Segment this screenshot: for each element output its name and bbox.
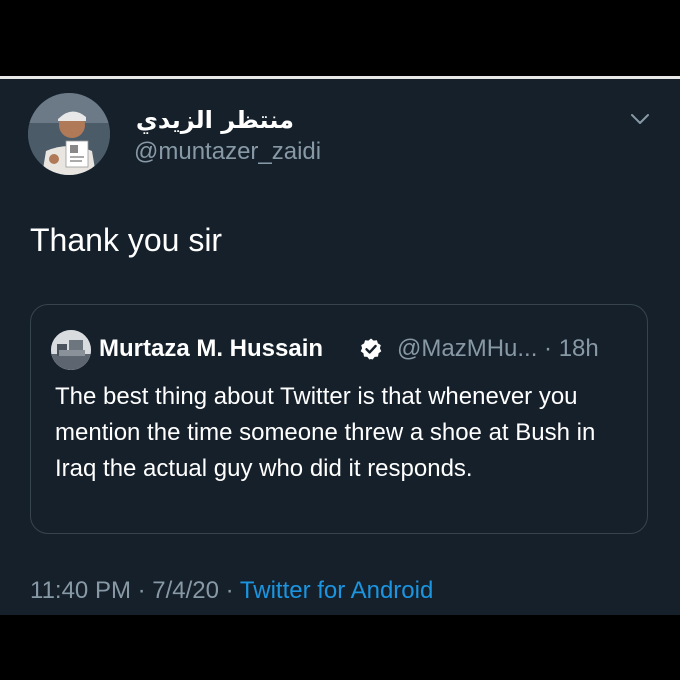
quoted-author-avatar[interactable] [51,330,91,370]
verified-badge-icon [360,338,382,360]
author-display-name[interactable]: منتظر الزيدي [134,105,294,135]
tweet-timestamp[interactable]: 11:40 PM · 7/4/20 · [30,577,240,604]
tweet-meta: 11:40 PM · 7/4/20 · Twitter for Android [30,575,433,607]
bottom-black-bar [0,615,680,680]
tweet-text: Thank you sir [30,222,223,258]
quoted-handle-time: @MazMHu... · 18h [397,335,599,362]
chevron-down-icon[interactable] [628,107,652,131]
quoted-tweet[interactable]: Murtaza M. Hussain @MazMHu... · 18h The … [30,304,648,534]
author-avatar[interactable] [28,93,110,175]
top-black-bar [0,0,680,76]
quoted-tweet-text: The best thing about Twitter is that whe… [55,383,596,482]
quoted-author-name[interactable]: Murtaza M. Hussain [99,333,323,365]
tweet-card[interactable]: منتظر الزيدي @muntazer_zaidi Thank you s… [0,79,680,615]
author-handle[interactable]: @muntazer_zaidi [134,137,321,167]
tweet-source-link[interactable]: Twitter for Android [240,577,433,604]
